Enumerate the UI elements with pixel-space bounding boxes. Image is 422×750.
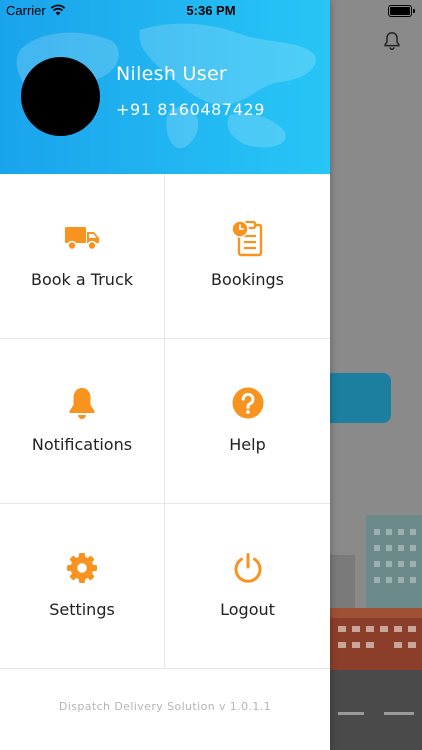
menu-grid: Book a Truck Bookings Notifications Help… (0, 174, 330, 669)
bell-icon (384, 32, 400, 50)
menu-item-label: Settings (49, 600, 115, 619)
menu-item-label: Book a Truck (31, 270, 133, 289)
background-storefront (330, 608, 422, 674)
menu-item-help[interactable]: Help (165, 339, 330, 504)
background-building (330, 555, 355, 615)
profile-header[interactable]: Nilesh User +91 8160487429 (0, 0, 330, 174)
background-road (330, 670, 422, 750)
version-footer: Dispatch Delivery Solution v 1.0.1.1 (58, 700, 272, 713)
menu-item-label: Bookings (211, 270, 284, 289)
menu-item-label: Help (229, 435, 266, 454)
gear-icon (62, 548, 102, 588)
menu-item-settings[interactable]: Settings (0, 504, 165, 669)
power-icon (228, 548, 268, 588)
side-drawer: Nilesh User +91 8160487429 Book a Truck (0, 0, 330, 750)
menu-item-logout[interactable]: Logout (165, 504, 330, 669)
clock: 5:36 PM (186, 3, 236, 18)
question-circle-icon (228, 383, 268, 423)
battery-icon (388, 5, 415, 17)
truck-icon (62, 218, 102, 258)
status-bar: Carrier 5:36 PM (0, 0, 422, 22)
bell-icon (62, 383, 102, 423)
user-phone: +91 8160487429 (116, 100, 266, 119)
background-building (366, 515, 422, 615)
menu-item-book-truck[interactable]: Book a Truck (0, 174, 165, 339)
menu-item-notifications[interactable]: Notifications (0, 339, 165, 504)
user-name: Nilesh User (116, 63, 228, 85)
menu-item-label: Notifications (31, 435, 133, 454)
clipboard-clock-icon (228, 218, 268, 258)
menu-item-bookings[interactable]: Bookings (165, 174, 330, 339)
menu-item-label: Logout (220, 600, 275, 619)
avatar[interactable] (21, 57, 100, 136)
